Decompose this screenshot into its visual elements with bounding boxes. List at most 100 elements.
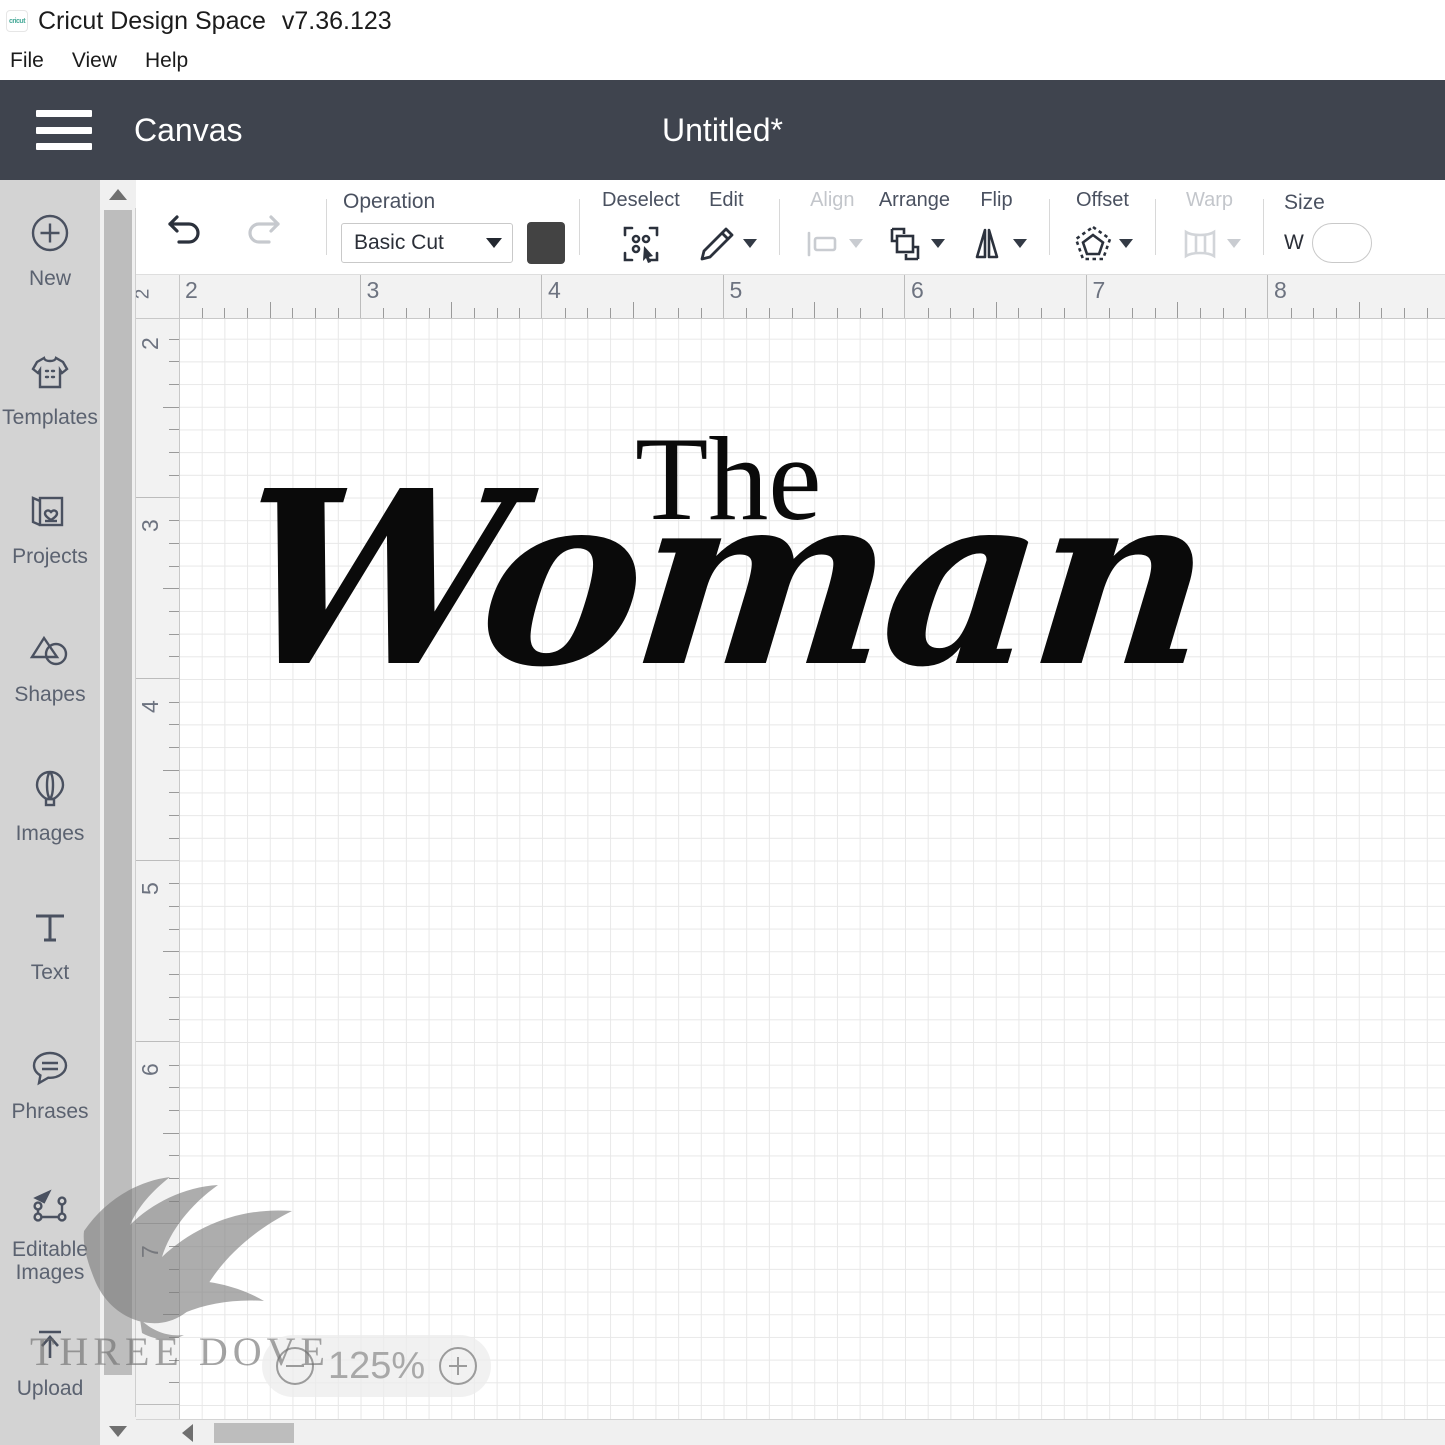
- offset-label: Offset: [1075, 188, 1129, 211]
- chevron-down-icon[interactable]: [1118, 239, 1133, 248]
- ruler-minor-tick: [169, 384, 179, 386]
- ruler-minor-tick: [746, 308, 748, 318]
- ruler-minor-tick: [247, 308, 249, 318]
- warp-label: Warp: [1185, 188, 1233, 211]
- ruler-minor-tick: [1199, 308, 1201, 318]
- chevron-down-icon[interactable]: [742, 239, 757, 248]
- undo-arrow-icon[interactable]: [158, 200, 212, 254]
- sidebar-item-text[interactable]: Text: [0, 890, 100, 1029]
- hamburger-icon[interactable]: [36, 110, 92, 150]
- ruler-minor-tick: [169, 1382, 179, 1384]
- flip-button[interactable]: Flip: [958, 180, 1035, 274]
- ruler-minor-tick: [768, 308, 770, 318]
- menu-item-file[interactable]: File: [10, 49, 44, 73]
- ruler-tick-label: 5: [729, 277, 743, 303]
- toolbar-divider: [1048, 199, 1050, 255]
- sidebar-item-upload[interactable]: Upload: [0, 1306, 100, 1445]
- chevron-down-icon[interactable]: [1226, 239, 1241, 248]
- warp-icon: [1178, 222, 1222, 266]
- ruler-minor-tick: [1177, 302, 1179, 318]
- ruler-minor-tick: [169, 996, 179, 998]
- ruler-minor-tick: [169, 1064, 179, 1066]
- design-grid[interactable]: The Woman 125%: [180, 319, 1445, 1445]
- ruler-minor-tick: [163, 951, 179, 953]
- ruler-minor-tick: [337, 308, 339, 318]
- flip-icon: [966, 222, 1008, 266]
- operation-select[interactable]: Basic Cut: [341, 223, 513, 263]
- toolbar-divider: [1154, 199, 1156, 255]
- chevron-down-icon[interactable]: [1012, 239, 1027, 248]
- ruler-minor-tick: [927, 308, 929, 318]
- ruler-tick-label: 3: [137, 518, 163, 532]
- ruler-minor-tick: [1131, 308, 1133, 318]
- sidebar-item-label: Upload: [16, 1377, 84, 1401]
- artwork-text-woman[interactable]: Woman: [225, 438, 1219, 720]
- color-swatch[interactable]: [527, 222, 565, 264]
- canvas-toolbar: Operation Basic Cut Deselect Edit Align …: [136, 180, 1445, 275]
- ruler-minor-tick: [1018, 308, 1020, 318]
- toolbar-divider: [1262, 199, 1264, 255]
- ruler-minor-tick: [169, 905, 179, 907]
- ruler-minor-tick: [169, 474, 179, 476]
- deselect-button[interactable]: Deselect: [594, 180, 688, 274]
- zoom-in-icon[interactable]: [439, 1347, 478, 1385]
- ruler-minor-tick: [428, 308, 430, 318]
- ruler-minor-tick: [791, 308, 793, 318]
- sidebar-vertical-scrollbar[interactable]: [100, 180, 136, 1445]
- menu-item-help[interactable]: Help: [145, 49, 188, 73]
- warp-button[interactable]: Warp: [1170, 180, 1249, 274]
- ruler-minor-tick: [655, 308, 657, 318]
- ruler-minor-tick: [169, 361, 179, 363]
- deselect-label: Deselect: [602, 188, 680, 211]
- ruler-minor-tick: [169, 1087, 179, 1089]
- zoom-out-icon[interactable]: [276, 1347, 314, 1385]
- chevron-down-icon[interactable]: [930, 239, 945, 248]
- align-icon: [802, 222, 844, 266]
- ruler-minor-tick: [836, 308, 838, 318]
- sidebar-item-templates[interactable]: Templates: [0, 335, 100, 474]
- sidebar-item-images[interactable]: Images: [0, 751, 100, 890]
- ruler-major-tick: 6: [136, 1041, 179, 1223]
- ruler-minor-tick: [169, 724, 179, 726]
- ruler-tick-label: 6: [911, 277, 924, 303]
- scrollbar-thumb[interactable]: [214, 1423, 294, 1443]
- ruler-minor-tick: [169, 837, 179, 839]
- size-label: Size: [1283, 191, 1325, 214]
- sidebar-item-projects[interactable]: Projects: [0, 474, 100, 613]
- scroll-left-arrow-icon[interactable]: [182, 1424, 193, 1442]
- align-button[interactable]: Align: [794, 180, 871, 274]
- redo-arrow-icon[interactable]: [236, 200, 290, 254]
- canvas-horizontal-scrollbar[interactable]: [136, 1419, 1445, 1445]
- ruler-minor-tick: [700, 308, 702, 318]
- ruler-minor-tick: [163, 769, 179, 771]
- size-width-input[interactable]: [1311, 223, 1372, 263]
- ruler-minor-tick: [224, 308, 226, 318]
- ruler-minor-tick: [169, 429, 179, 431]
- scrollbar-thumb[interactable]: [104, 210, 132, 1375]
- ruler-minor-tick: [169, 928, 179, 930]
- sidebar-item-label: Images: [15, 822, 85, 846]
- arrange-button[interactable]: Arrange: [871, 180, 958, 274]
- ruler-minor-tick: [1222, 308, 1224, 318]
- ruler-major-tick: 5: [136, 859, 179, 1042]
- operation-value: Basic Cut: [354, 231, 444, 254]
- artwork-group[interactable]: The Woman: [225, 419, 1219, 749]
- sidebar-item-phrases[interactable]: Phrases: [0, 1029, 100, 1168]
- sidebar-item-editable-images[interactable]: Editable Images: [0, 1167, 100, 1306]
- sidebar-item-new[interactable]: New: [0, 196, 100, 335]
- edit-label: Edit: [709, 188, 744, 211]
- ruler-minor-tick: [292, 308, 294, 318]
- sidebar-item-shapes[interactable]: Shapes: [0, 612, 100, 751]
- offset-button[interactable]: Offset: [1064, 180, 1141, 274]
- chevron-down-icon[interactable]: [848, 239, 863, 248]
- sidebar-item-label: Shapes: [14, 683, 86, 707]
- ruler-minor-tick: [163, 406, 179, 408]
- scroll-up-arrow-icon[interactable]: [100, 180, 136, 208]
- artwork-text-the[interactable]: The: [635, 419, 822, 539]
- ruler-tick-label: 2: [185, 277, 198, 303]
- edit-button[interactable]: Edit: [688, 180, 765, 274]
- menu-item-view[interactable]: View: [72, 49, 117, 73]
- ruler-minor-tick: [451, 302, 453, 318]
- scroll-down-arrow-icon[interactable]: [100, 1417, 136, 1445]
- ruler-minor-tick: [169, 452, 179, 454]
